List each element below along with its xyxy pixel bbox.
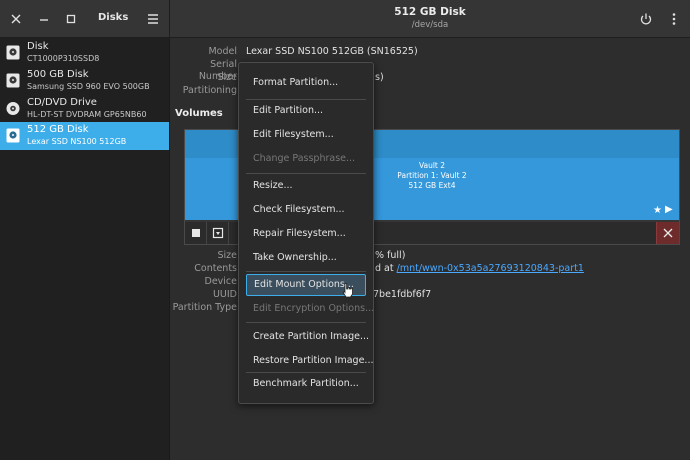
sidebar-item-500gb-disk[interactable]: 500 GB Disk Samsung SSD 960 EVO 500GB <box>0 67 169 95</box>
stop-icon <box>192 229 200 237</box>
disk-icon <box>6 128 20 143</box>
size-value: s) <box>375 72 384 83</box>
sidebar: Disk CT1000P310SSD8 500 GB Disk Samsung … <box>0 38 170 460</box>
menu-item-benchmark-partition[interactable]: Benchmark Partition... <box>246 373 366 395</box>
menu-separator <box>246 322 366 323</box>
header-bar: Disks 512 GB Disk /dev/sda <box>0 0 690 38</box>
contents-prefix: d at <box>375 263 397 274</box>
menu-item-restore-partition-image[interactable]: Restore Partition Image... <box>246 350 374 372</box>
contents-value: d at /mnt/wwn-0x53a5a27693120843-part1 <box>375 263 584 275</box>
partitioning-label: Partitioning <box>182 85 237 96</box>
close-icon <box>663 228 673 238</box>
drive-model: Samsung SSD 960 EVO 500GB <box>27 82 150 91</box>
volumes-title: Volumes <box>175 108 223 119</box>
size-label: Size <box>217 72 237 83</box>
hamburger-icon <box>148 14 158 24</box>
page-title: 512 GB Disk <box>394 6 466 18</box>
mount-point-link[interactable]: /mnt/wwn-0x53a5a27693120843-part1 <box>397 263 584 274</box>
menu-item-create-partition-image[interactable]: Create Partition Image... <box>246 326 369 348</box>
drive-name: 512 GB Disk <box>27 124 89 135</box>
menu-item-resize[interactable]: Resize... <box>246 175 366 197</box>
uuid-label: UUID <box>212 289 237 300</box>
drive-model: HL-DT-ST DVDRAM GP65NB60 <box>27 110 147 119</box>
menu-item-edit-partition[interactable]: Edit Partition... <box>246 100 366 122</box>
drive-name: Disk <box>27 41 49 52</box>
model-value: Lexar SSD NS100 512GB (SN16525) <box>246 46 418 57</box>
sidebar-item-cd-dvd-drive[interactable]: CD/DVD Drive HL-DT-ST DVDRAM GP65NB60 <box>0 95 169 123</box>
maximize-button[interactable] <box>61 9 81 29</box>
menu-item-edit-encryption-options: Edit Encryption Options... <box>253 303 375 314</box>
uuid-value: 7be1fdbf6f7 <box>373 289 432 300</box>
minimize-icon <box>40 19 48 21</box>
drive-model: CT1000P310SSD8 <box>27 54 100 63</box>
disk-menu-button[interactable] <box>664 9 684 29</box>
volume-size-value: % full) <box>375 250 406 261</box>
volume-size-label: Size <box>217 250 237 261</box>
drive-name: CD/DVD Drive <box>27 97 97 108</box>
header-left: Disks <box>0 0 170 37</box>
close-button[interactable] <box>6 9 26 29</box>
power-button[interactable] <box>636 9 656 29</box>
minimize-button[interactable] <box>34 9 54 29</box>
delete-partition-button[interactable] <box>656 222 679 244</box>
menu-item-edit-filesystem[interactable]: Edit Filesystem... <box>246 124 366 146</box>
menu-item-repair-filesystem[interactable]: Repair Filesystem... <box>246 223 366 245</box>
disk-icon <box>6 45 20 60</box>
settings-icon <box>212 227 224 239</box>
optical-drive-icon <box>6 102 20 115</box>
partition-type-label: Partition Type <box>172 302 237 313</box>
sidebar-item-disk[interactable]: Disk CT1000P310SSD8 <box>0 39 169 67</box>
drive-name: 500 GB Disk <box>27 69 89 80</box>
device-label: Device <box>204 276 238 287</box>
menu-item-change-passphrase: Change Passphrase... <box>253 153 356 164</box>
header-title-area: 512 GB Disk /dev/sda <box>170 5 690 31</box>
contents-label: Contents <box>194 263 237 274</box>
model-label: Model <box>208 46 237 57</box>
menu-separator <box>246 173 366 174</box>
menu-item-take-ownership[interactable]: Take Ownership... <box>246 247 366 269</box>
hand-cursor-icon <box>342 283 353 298</box>
star-icon: ★ <box>653 205 662 216</box>
play-icon: ▶ <box>665 204 673 215</box>
sidebar-item-512gb-disk[interactable]: 512 GB Disk Lexar SSD NS100 512GB <box>0 122 169 150</box>
menu-item-check-filesystem[interactable]: Check Filesystem... <box>246 199 366 221</box>
unmount-button[interactable] <box>185 222 207 244</box>
menu-button[interactable] <box>143 9 163 29</box>
maximize-icon <box>66 14 76 24</box>
disk-icon <box>6 73 20 88</box>
close-icon <box>11 14 21 24</box>
partition-options-button[interactable] <box>207 222 229 244</box>
menu-separator <box>246 271 366 272</box>
partition-context-menu: Format Partition... Edit Partition... Ed… <box>238 62 374 404</box>
drive-model: Lexar SSD NS100 512GB <box>27 137 127 146</box>
vertical-ellipsis-icon <box>672 13 676 25</box>
menu-item-format-partition[interactable]: Format Partition... <box>246 72 366 94</box>
page-subtitle: /dev/sda <box>411 20 449 30</box>
sidebar-title: Disks <box>98 12 129 23</box>
power-icon <box>640 13 652 25</box>
